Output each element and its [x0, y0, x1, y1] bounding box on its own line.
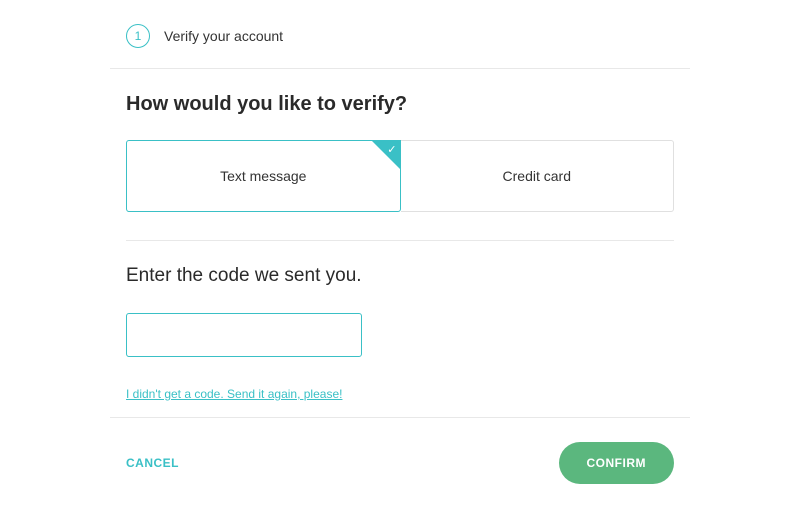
code-heading: Enter the code we sent you.: [126, 265, 674, 287]
confirm-button[interactable]: CONFIRM: [559, 442, 675, 484]
tab-text-message[interactable]: Text message ✓: [126, 140, 401, 212]
step-number-badge: 1: [126, 24, 150, 48]
tab-credit-card-label: Credit card: [503, 168, 571, 184]
verification-panel: 1 Verify your account How would you like…: [110, 0, 690, 484]
step-header: 1 Verify your account: [110, 18, 690, 68]
verify-heading: How would you like to verify?: [126, 93, 674, 116]
resend-code-link[interactable]: I didn't get a code. Send it again, plea…: [126, 387, 342, 401]
verify-method-section: How would you like to verify? Text messa…: [110, 69, 690, 236]
tab-credit-card[interactable]: Credit card: [401, 140, 675, 212]
cancel-button[interactable]: CANCEL: [126, 456, 179, 470]
tab-text-message-label: Text message: [220, 168, 306, 184]
step-number: 1: [135, 29, 142, 43]
verification-code-input[interactable]: [126, 313, 362, 357]
code-section: Enter the code we sent you. I didn't get…: [110, 241, 690, 417]
check-icon: ✓: [387, 143, 396, 156]
step-title: Verify your account: [164, 28, 283, 44]
footer-actions: CANCEL CONFIRM: [110, 418, 690, 484]
method-tabs: Text message ✓ Credit card: [126, 140, 674, 212]
